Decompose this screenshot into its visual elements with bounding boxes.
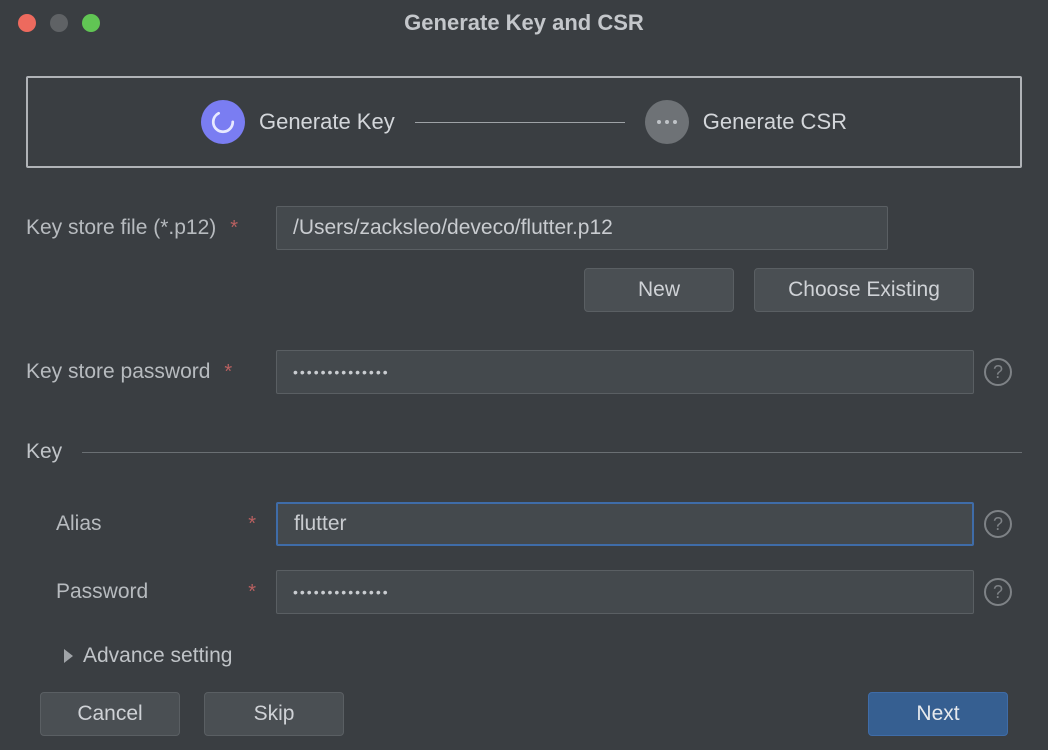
keystore-file-input[interactable]	[276, 206, 888, 250]
new-button[interactable]: New	[584, 268, 734, 312]
step-generate-key: Generate Key	[201, 100, 395, 144]
spinner-icon	[201, 100, 245, 144]
help-icon[interactable]: ?	[984, 510, 1012, 538]
step1-label: Generate Key	[259, 109, 395, 135]
cancel-button[interactable]: Cancel	[40, 692, 180, 736]
dialog-window: Generate Key and CSR Generate Key Gen	[0, 0, 1048, 750]
titlebar: Generate Key and CSR	[0, 0, 1048, 46]
window-title: Generate Key and CSR	[0, 10, 1048, 36]
choose-existing-button[interactable]: Choose Existing	[754, 268, 974, 312]
key-password-label: Password *	[26, 580, 276, 604]
key-section-header: Key	[26, 440, 1022, 464]
ellipsis-icon	[645, 100, 689, 144]
dialog-footer: Cancel Skip Next	[0, 692, 1048, 736]
step-connector	[415, 122, 625, 123]
help-icon[interactable]: ?	[984, 358, 1012, 386]
key-password-input[interactable]	[276, 570, 974, 614]
alias-label: Alias *	[26, 512, 276, 536]
alias-input[interactable]	[276, 502, 974, 546]
advance-setting-toggle[interactable]: Advance setting	[26, 644, 1022, 668]
step2-label: Generate CSR	[703, 109, 847, 135]
next-button[interactable]: Next	[868, 692, 1008, 736]
stepper: Generate Key Generate CSR	[26, 76, 1022, 168]
chevron-right-icon	[64, 649, 73, 663]
keystore-password-input[interactable]	[276, 350, 974, 394]
step-generate-csr: Generate CSR	[645, 100, 847, 144]
help-icon[interactable]: ?	[984, 578, 1012, 606]
keystore-password-label: Key store password*	[26, 360, 276, 384]
keystore-file-label: Key store file (*.p12)*	[26, 216, 276, 240]
skip-button[interactable]: Skip	[204, 692, 344, 736]
